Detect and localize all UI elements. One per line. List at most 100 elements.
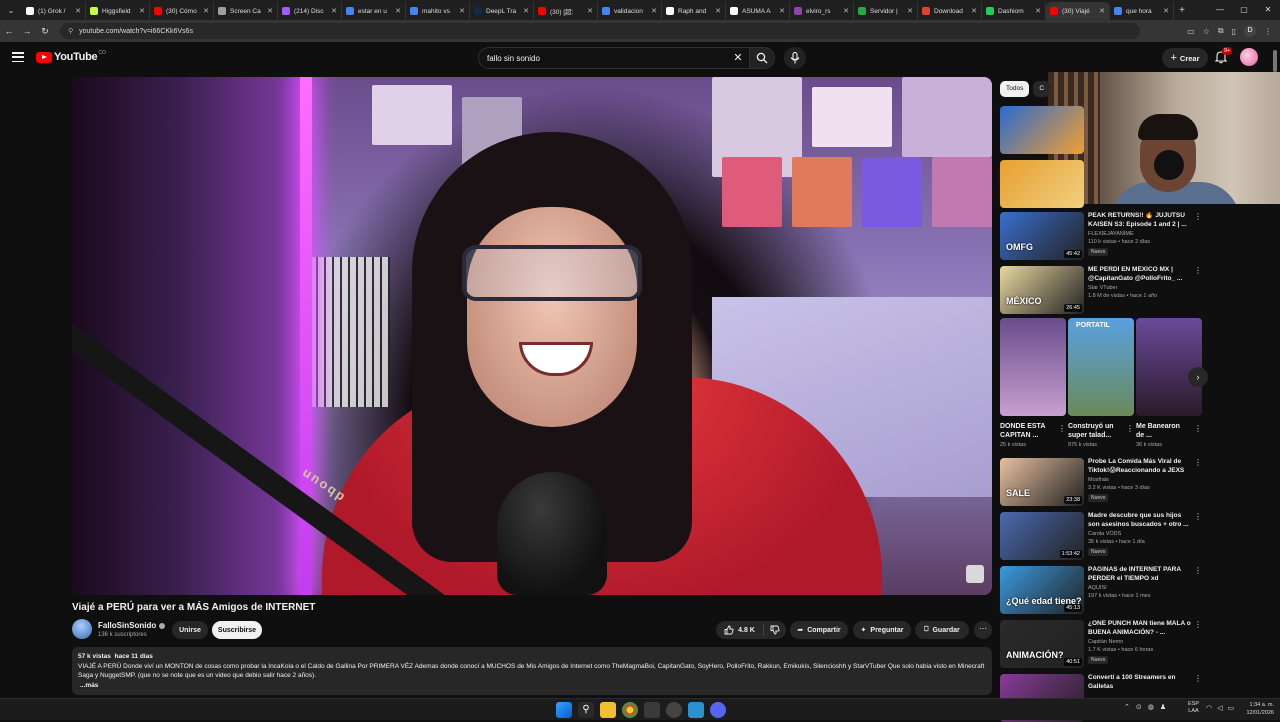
short-more-icon[interactable]: ⋮ <box>1126 424 1134 433</box>
tab-close-icon[interactable]: ✕ <box>587 7 593 15</box>
like-button[interactable]: 4.8 K <box>716 624 764 636</box>
channel-avatar[interactable] <box>72 619 92 639</box>
create-button[interactable]: + Crear <box>1162 48 1208 68</box>
recommendation-channel[interactable]: FLEXIEJAYANIME <box>1088 231 1134 237</box>
channel-watermark-icon[interactable] <box>966 565 984 583</box>
tray-status[interactable]: ◠ ◁ ▭ <box>1206 704 1234 712</box>
browser-tab[interactable]: que hora ✕ <box>1110 2 1174 20</box>
browser-tab[interactable]: DeepL Tra ✕ <box>470 2 534 20</box>
voice-search-button[interactable] <box>784 47 806 69</box>
close-window-icon[interactable]: ✕ <box>1256 0 1280 20</box>
hamburger-menu-icon[interactable] <box>12 52 24 62</box>
forward-icon[interactable]: → <box>18 26 36 36</box>
tab-close-icon[interactable]: ✕ <box>1035 7 1041 15</box>
short-more-icon[interactable]: ⋮ <box>1058 424 1066 433</box>
description-box[interactable]: 57 k vistas hace 11 días VIAJÉ A PERÚ Do… <box>72 647 992 695</box>
save-button[interactable]: ⎕ Guardar <box>915 621 969 639</box>
page-scrollbar[interactable] <box>1273 50 1277 72</box>
recommendation-title[interactable]: Probe La Comida Más Viral de Tiktok!😱Rea… <box>1088 458 1192 475</box>
terminal-icon[interactable] <box>644 702 660 718</box>
browser-tab[interactable]: Download ✕ <box>918 2 982 20</box>
obs-icon[interactable] <box>666 702 682 718</box>
search-button[interactable] <box>749 47 775 69</box>
browser-tab[interactable]: mahito vs ✕ <box>406 2 470 20</box>
tab-close-icon[interactable]: ✕ <box>779 7 785 15</box>
more-actions-icon[interactable]: ⋯ <box>974 621 992 639</box>
cast-icon[interactable]: ▭ <box>1187 27 1195 36</box>
minimize-icon[interactable]: — <box>1208 0 1232 20</box>
input-language[interactable]: ESP LAA <box>1188 701 1199 715</box>
shorts-next-button[interactable]: › <box>1188 367 1208 387</box>
bookmark-star-icon[interactable]: ☆ <box>1203 27 1210 36</box>
recommendation-title[interactable]: PÁGINAS de INTERNET PARA PERDER el TIEMP… <box>1088 566 1192 583</box>
maximize-icon[interactable]: ▢ <box>1232 0 1256 20</box>
notes-app-icon[interactable] <box>688 702 704 718</box>
tab-close-icon[interactable]: ✕ <box>267 7 273 15</box>
tray-overflow-icon[interactable]: ⌃ <box>1124 703 1130 711</box>
short-item[interactable]: DONDE ESTA CAPITAN ... 25 k vistas ⋮ <box>1000 318 1066 448</box>
recommendation-more-icon[interactable]: ⋮ <box>1194 512 1202 521</box>
short-item[interactable]: PORTATIL Construyó un super talad... 975… <box>1068 318 1134 448</box>
chrome-icon[interactable] <box>622 702 638 718</box>
tab-close-icon[interactable]: ✕ <box>1099 7 1105 15</box>
tab-close-icon[interactable]: ✕ <box>651 7 657 15</box>
recommendation-title[interactable]: ¿ONE PUNCH MAN tiene MALA o BUENA ANIMAC… <box>1088 620 1192 637</box>
recommendation-more-icon[interactable]: ⋮ <box>1194 212 1202 221</box>
recommendation-more-icon[interactable]: ⋮ <box>1194 458 1202 467</box>
tray-app-icon[interactable]: ⊙ <box>1136 703 1142 711</box>
ask-button[interactable]: ✦ Preguntar <box>853 621 911 639</box>
tab-close-icon[interactable]: ✕ <box>1163 7 1169 15</box>
discord-icon[interactable] <box>710 702 726 718</box>
recommendation-channel[interactable]: Capitán Nemo <box>1088 639 1123 645</box>
browser-tab[interactable]: Dashiom ✕ <box>982 2 1046 20</box>
tray-app-icon[interactable]: ♟ <box>1160 703 1166 711</box>
tab-close-icon[interactable]: ✕ <box>971 7 977 15</box>
dislike-button[interactable] <box>764 625 786 635</box>
recommendation-more-icon[interactable]: ⋮ <box>1194 566 1202 575</box>
tab-close-icon[interactable]: ✕ <box>395 7 401 15</box>
recommendation-item[interactable]: SALE 23:38 Probe La Comida Más Viral de Ti… <box>1000 458 1202 506</box>
recommendation-hidden-1[interactable] <box>1000 106 1202 154</box>
channel-name[interactable]: FalloSinSonido <box>98 621 156 630</box>
tab-close-icon[interactable]: ✕ <box>907 7 913 15</box>
back-icon[interactable]: ← <box>0 26 18 36</box>
browser-tab[interactable]: (30) Cómo ✕ <box>150 2 214 20</box>
sidebar-icon[interactable]: ▯ <box>1232 27 1236 36</box>
short-more-icon[interactable]: ⋮ <box>1194 424 1202 433</box>
recommendation-title[interactable]: ME PERDÍ EN MÉXICO MX | @CapitanGato @Po… <box>1088 266 1192 283</box>
join-button[interactable]: Unirse <box>172 621 208 639</box>
clear-search-icon[interactable]: ✕ <box>730 47 746 69</box>
tab-close-icon[interactable]: ✕ <box>715 7 721 15</box>
recommendation-item[interactable]: ANIMACIÓN? 40:51 ¿ONE PUNCH MAN tiene MALA… <box>1000 620 1202 668</box>
browser-tab[interactable]: (1) Grok / ✕ <box>22 2 86 20</box>
system-clock[interactable]: 1:34 a. m. 12/01/2026 <box>1232 701 1274 717</box>
chip-todos[interactable]: Todos <box>1000 81 1030 97</box>
recommendation-channel[interactable]: Carola VODS <box>1088 531 1121 537</box>
browser-profile-avatar[interactable]: D <box>1244 25 1256 37</box>
browser-tab[interactable]: Higgsfield ✕ <box>86 2 150 20</box>
tab-close-icon[interactable]: ✕ <box>843 7 849 15</box>
recommendation-more-icon[interactable]: ⋮ <box>1194 620 1202 629</box>
new-tab-button[interactable]: + <box>1174 5 1190 16</box>
subscribe-button[interactable]: Suscribirse <box>212 621 262 639</box>
recommendation-hidden-2[interactable] <box>1000 160 1202 208</box>
site-info-icon[interactable]: ⚲ <box>68 27 73 35</box>
recommendation-more-icon[interactable]: ⋮ <box>1194 674 1202 683</box>
youtube-logo[interactable]: YouTube CO <box>36 50 106 63</box>
browser-tab[interactable]: (214) Disc ✕ <box>278 2 342 20</box>
browser-tab[interactable]: Servidor | ✕ <box>854 2 918 20</box>
address-bar[interactable]: ⚲ youtube.com/watch?v=i66CKk6Vs6s <box>60 23 1140 39</box>
chip-channel[interactable]: C <box>1033 81 1051 97</box>
tab-close-icon[interactable]: ✕ <box>139 7 145 15</box>
browser-tab[interactable]: (30) Viajé ✕ <box>1046 2 1110 20</box>
video-player[interactable]: unoqp <box>72 77 992 595</box>
tab-search-icon[interactable]: ⌄ <box>0 0 22 20</box>
recommendation-title[interactable]: Madre descubre que sus hijos son asesino… <box>1088 512 1192 529</box>
tab-close-icon[interactable]: ✕ <box>75 7 81 15</box>
recommendation-channel[interactable]: Mosfrais <box>1088 477 1109 483</box>
show-more-link[interactable]: ...más <box>80 681 986 691</box>
recommendation-title[interactable]: PEAK RETURNS!! 🔥 JUJUTSU KAISEN S3: Epis… <box>1088 212 1192 229</box>
browser-tab[interactable]: (30) [超: ✕ <box>534 2 598 20</box>
recommendation-more-icon[interactable]: ⋮ <box>1194 266 1202 275</box>
recommendation-item[interactable]: 1:53:42 Madre descubre que sus hijos son … <box>1000 512 1202 560</box>
